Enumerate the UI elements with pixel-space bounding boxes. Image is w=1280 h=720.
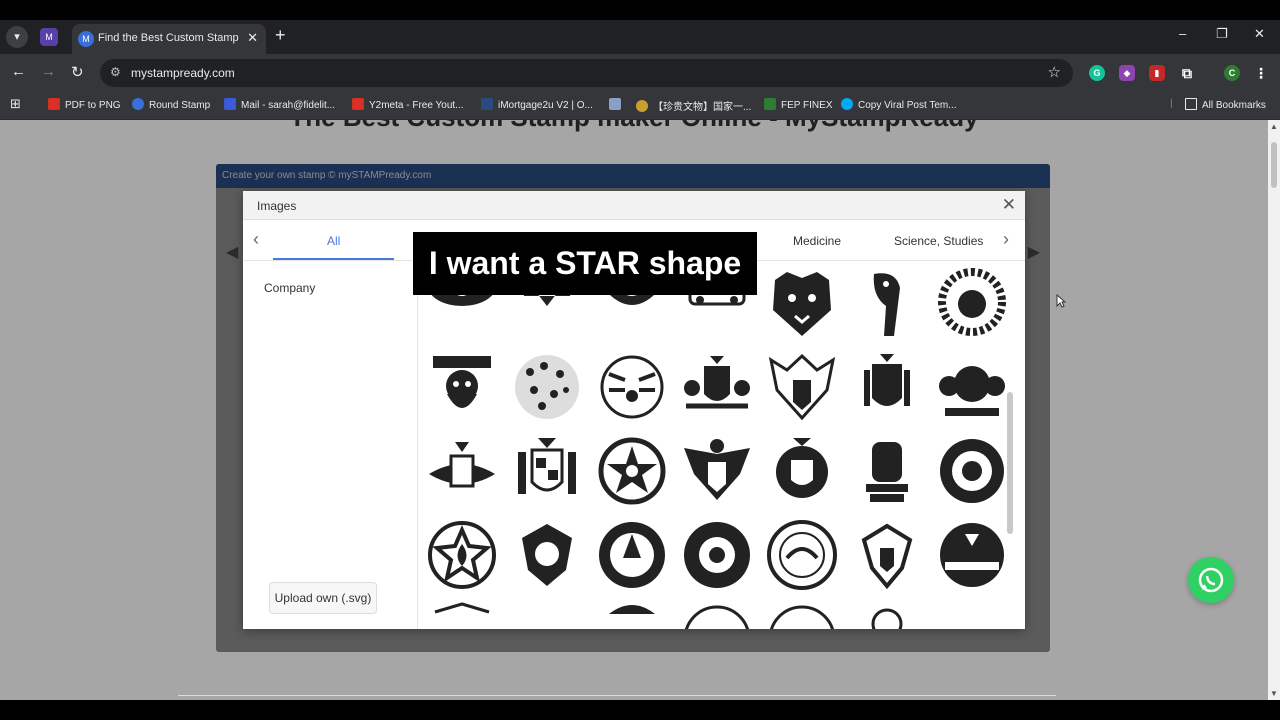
lion-head-thumbnail[interactable] <box>935 266 1009 340</box>
extension-icon[interactable]: ▮ <box>1149 65 1165 81</box>
bookmark-item[interactable]: Copy Viral Post Tem... <box>841 98 957 111</box>
tab-strip: ▾ M M Find the Best Custom Stamp M ✕ + –… <box>0 20 1280 54</box>
scroll-up-icon[interactable]: ▲ <box>1270 122 1278 131</box>
active-tab[interactable]: M Find the Best Custom Stamp M ✕ <box>72 24 266 54</box>
minimize-button[interactable]: – <box>1179 26 1186 41</box>
leopard-thumbnail[interactable] <box>510 350 584 424</box>
site-info-icon[interactable]: ⚙ <box>110 65 121 79</box>
emblem-thumbnail[interactable] <box>425 602 499 629</box>
panther-thumbnail[interactable] <box>850 266 924 340</box>
apps-grid-icon[interactable]: ⊞ <box>10 96 21 112</box>
video-caption: I want a STAR shape <box>413 232 757 295</box>
octagram-seal-thumbnail[interactable] <box>425 518 499 592</box>
bookmark-item[interactable]: Mail - sarah@fidelit... <box>224 98 335 111</box>
image-sidebar: Company Upload own (.svg) <box>243 262 418 629</box>
whatsapp-icon <box>1198 567 1224 593</box>
address-bar[interactable]: ⚙ mystampready.com ☆ <box>100 59 1073 87</box>
eagle-lion-arms-thumbnail[interactable] <box>510 518 584 592</box>
reload-button[interactable]: ↻ <box>71 63 84 81</box>
eagle-seal-thumbnail[interactable] <box>680 434 754 508</box>
round-seal-thumbnail[interactable] <box>680 518 754 592</box>
bookmark-star-icon[interactable]: ☆ <box>1048 63 1061 81</box>
page-divider <box>178 695 1056 696</box>
grid-scrollbar[interactable] <box>1007 392 1013 534</box>
coat-of-arms-thumbnail[interactable] <box>935 350 1009 424</box>
coat-of-arms-thumbnail[interactable] <box>680 350 754 424</box>
page-scrollbar[interactable]: ▲ ▼ <box>1268 120 1280 700</box>
spain-arms-thumbnail[interactable] <box>510 434 584 508</box>
page-scroll-thumb[interactable] <box>1271 142 1277 188</box>
new-tab-button[interactable]: + <box>275 25 286 46</box>
restore-button[interactable]: ❐ <box>1216 26 1228 42</box>
barber-logo-thumbnail[interactable] <box>425 350 499 424</box>
browser-toolbar: ← → ↻ ⚙ mystampready.com ☆ G ◆ ▮ ⧉ C ⋮ <box>0 54 1280 92</box>
profile-avatar[interactable]: C <box>1224 65 1240 81</box>
active-tab-indicator <box>273 258 394 260</box>
eagle-emblem-thumbnail[interactable] <box>765 350 839 424</box>
tab-favicon-icon: M <box>78 31 94 47</box>
bookmark-item[interactable]: iMortgage2u V2 | O... <box>481 98 593 111</box>
tab-search-button[interactable]: ▾ <box>6 26 28 48</box>
whatsapp-chat-button[interactable] <box>1188 557 1234 603</box>
bookmarks-divider: | <box>1170 98 1173 109</box>
modal-close-icon[interactable]: ✕ <box>1002 195 1016 215</box>
scroll-down-icon[interactable]: ▼ <box>1270 689 1278 698</box>
bookmark-item[interactable]: FEP FINEX <box>764 98 833 111</box>
tab-medicine[interactable]: Medicine <box>793 234 841 248</box>
image-grid <box>419 262 1015 629</box>
web-page: The Best Custom Stamp maker Online - MyS… <box>0 120 1268 700</box>
modal-title: Images <box>257 199 297 213</box>
bookmark-item[interactable]: Y2meta - Free Yout... <box>352 98 464 111</box>
screen: ▾ M M Find the Best Custom Stamp M ✕ + –… <box>0 0 1280 720</box>
modal-header: Images ✕ <box>243 191 1025 220</box>
emblem-thumbnail[interactable] <box>765 602 839 629</box>
forward-button[interactable]: → <box>41 63 56 80</box>
tab-close-icon[interactable]: ✕ <box>247 30 258 46</box>
bookmark-item[interactable] <box>609 98 626 111</box>
kangaroo-emblem-thumbnail[interactable] <box>425 434 499 508</box>
pinned-tab-icon[interactable]: M <box>40 28 58 46</box>
lion-capital-thumbnail[interactable] <box>850 434 924 508</box>
category-prev-icon[interactable]: ‹ <box>253 229 259 250</box>
emblem-thumbnail[interactable] <box>595 602 669 629</box>
royal-arms-thumbnail[interactable] <box>765 434 839 508</box>
round-emblem-thumbnail[interactable] <box>935 518 1009 592</box>
bookmark-item[interactable]: PDF to PNG <box>48 98 121 111</box>
star-seal-thumbnail[interactable] <box>595 434 669 508</box>
back-button[interactable]: ← <box>11 63 26 80</box>
coat-of-arms-thumbnail[interactable] <box>850 350 924 424</box>
bookmark-item[interactable]: 【珍贵文物】国家一... <box>636 98 751 113</box>
upload-svg-button[interactable]: Upload own (.svg) <box>269 582 377 614</box>
tab-science-studies[interactable]: Science, Studies <box>894 234 983 248</box>
emblem-thumbnail[interactable] <box>680 602 754 629</box>
bookmarks-bar: ⊞ PDF to PNG Round Stamp Mail - sarah@fi… <box>0 92 1280 120</box>
category-next-icon[interactable]: › <box>1003 229 1009 250</box>
mouse-cursor-icon <box>1056 294 1066 308</box>
url-text: mystampready.com <box>131 66 235 80</box>
close-window-button[interactable]: ✕ <box>1254 26 1265 42</box>
eagle-arms-thumbnail[interactable] <box>850 518 924 592</box>
all-bookmarks-folder[interactable]: All Bookmarks <box>1185 98 1266 111</box>
tab-title: Find the Best Custom Stamp M <box>98 32 240 44</box>
tiger-head-thumbnail[interactable] <box>765 266 839 340</box>
extension-icon[interactable]: ◆ <box>1119 65 1135 81</box>
round-seal-thumbnail[interactable] <box>765 518 839 592</box>
sidebar-item-company[interactable]: Company <box>264 281 315 295</box>
round-emblem-thumbnail[interactable] <box>935 434 1009 508</box>
emblem-thumbnail[interactable] <box>850 602 924 629</box>
extensions-puzzle-icon[interactable]: ⧉ <box>1179 65 1195 81</box>
tab-all[interactable]: All <box>327 234 340 248</box>
menu-kebab-icon[interactable]: ⋮ <box>1253 65 1269 81</box>
grammarly-extension-icon[interactable]: G <box>1089 65 1105 81</box>
bookmark-item[interactable]: Round Stamp <box>132 98 210 111</box>
round-seal-thumbnail[interactable] <box>595 518 669 592</box>
tiger-thumbnail[interactable] <box>595 350 669 424</box>
